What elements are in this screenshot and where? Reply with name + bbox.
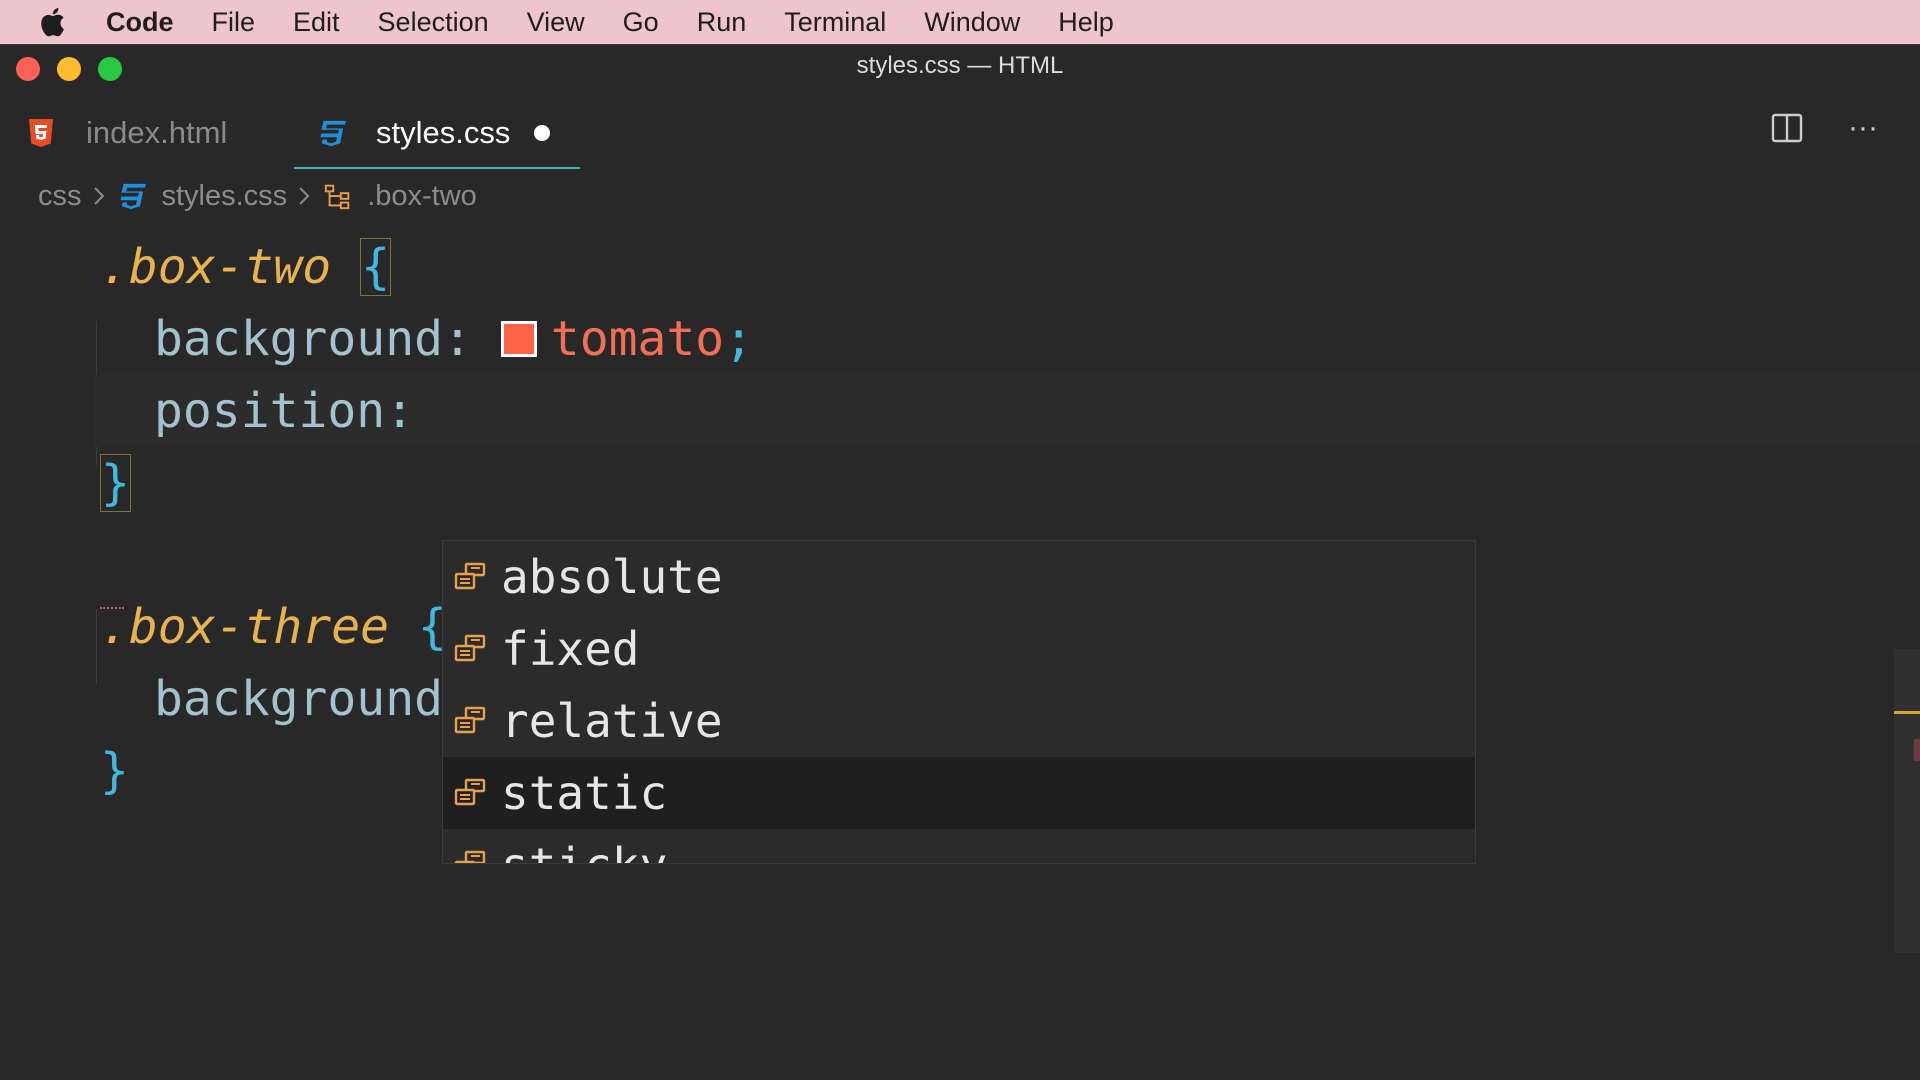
code-line-6[interactable]: .box-three {: [100, 591, 447, 663]
menu-file[interactable]: File: [212, 7, 256, 38]
color-swatch[interactable]: [500, 321, 537, 357]
close-window-button[interactable]: [16, 57, 40, 81]
enum-value-icon: [451, 559, 491, 595]
code-line-2[interactable]: background: tomato;: [154, 303, 753, 375]
menu-bar: Code File Edit Selection View Go Run Ter…: [0, 0, 1920, 44]
menu-view[interactable]: View: [527, 7, 585, 38]
css-selector: .box-three: [100, 599, 389, 655]
indent-guide: [96, 609, 97, 685]
menu-run[interactable]: Run: [697, 7, 747, 38]
css-property: position:: [154, 383, 415, 439]
code-line-3-current[interactable]: position:: [94, 375, 1920, 447]
scrollbar-error-marker: [1914, 739, 1920, 761]
code-line-1[interactable]: .box-two {: [100, 231, 391, 303]
suggestion-label: fixed: [501, 622, 640, 676]
window-controls: [16, 57, 122, 81]
apple-icon[interactable]: [40, 6, 70, 38]
tab-index-html[interactable]: index.html: [0, 101, 294, 165]
breadcrumb-file[interactable]: styles.css: [162, 180, 288, 213]
menu-window[interactable]: Window: [924, 7, 1020, 38]
suggestion-item[interactable]: relative: [443, 685, 1475, 757]
menu-selection[interactable]: Selection: [378, 7, 489, 38]
css3-icon: [118, 180, 148, 212]
split-editor-icon[interactable]: [1770, 111, 1804, 145]
css-value: tomato: [550, 311, 725, 367]
breadcrumb-symbol[interactable]: .box-two: [367, 180, 477, 213]
code-line-7[interactable]: background: [154, 663, 443, 735]
editor-actions: ···: [1770, 111, 1880, 145]
suggestion-item-selected[interactable]: static: [443, 757, 1475, 829]
code-line-8[interactable]: }: [100, 735, 129, 807]
minimize-window-button[interactable]: [57, 57, 81, 81]
chevron-right-icon: [297, 185, 313, 207]
menu-edit[interactable]: Edit: [293, 7, 340, 38]
semicolon: ;: [724, 311, 754, 367]
menu-app-code[interactable]: Code: [106, 7, 174, 38]
enum-value-icon: [451, 847, 491, 863]
autocomplete-suggestions: absolute fixed relative static sticky: [442, 540, 1476, 864]
enum-value-icon: [451, 631, 491, 667]
suggestion-item[interactable]: fixed: [443, 613, 1475, 685]
enum-value-icon: [451, 703, 491, 739]
window-title: styles.css — HTML: [856, 52, 1064, 79]
more-actions-icon[interactable]: ···: [1846, 111, 1880, 145]
editor-scrollbar[interactable]: [1894, 649, 1920, 953]
suggestion-label: absolute: [501, 550, 723, 604]
css-property: background: [154, 671, 443, 727]
css3-icon: [318, 115, 348, 151]
html5-icon: [28, 115, 58, 151]
tab-styles-css[interactable]: styles.css: [294, 101, 580, 169]
enum-value-icon: [451, 775, 491, 811]
suggestion-label: static: [501, 766, 668, 820]
menu-help[interactable]: Help: [1058, 7, 1114, 38]
suggestion-item[interactable]: absolute: [443, 541, 1475, 613]
title-bar: styles.css — HTML: [0, 45, 1920, 87]
css-property: background:: [154, 311, 472, 367]
tab-label: styles.css: [376, 115, 511, 150]
menu-terminal[interactable]: Terminal: [784, 7, 886, 38]
scrollbar-marker: [1894, 711, 1920, 714]
close-brace: }: [100, 743, 129, 799]
css-selector: .box-two: [100, 239, 332, 295]
suggestion-label: relative: [501, 694, 723, 748]
tab-bar: index.html styles.css ···: [0, 101, 1920, 169]
chevron-right-icon: [92, 185, 108, 207]
maximize-window-button[interactable]: [98, 57, 122, 81]
menu-go[interactable]: Go: [623, 7, 659, 38]
suggestion-item[interactable]: sticky: [443, 829, 1475, 863]
breadcrumb: css styles.css .box-two: [38, 173, 477, 219]
editor-window: styles.css — HTML index.html styles.css …: [0, 44, 1920, 1080]
close-brace: }: [100, 454, 131, 512]
unsaved-dot-icon[interactable]: [534, 125, 550, 141]
suggestion-label: sticky: [501, 838, 667, 863]
open-brace: {: [360, 238, 391, 296]
code-line-4[interactable]: }: [100, 447, 131, 519]
breadcrumb-folder[interactable]: css: [38, 180, 82, 213]
symbol-class-icon: [323, 180, 353, 212]
tab-label: index.html: [86, 115, 228, 150]
